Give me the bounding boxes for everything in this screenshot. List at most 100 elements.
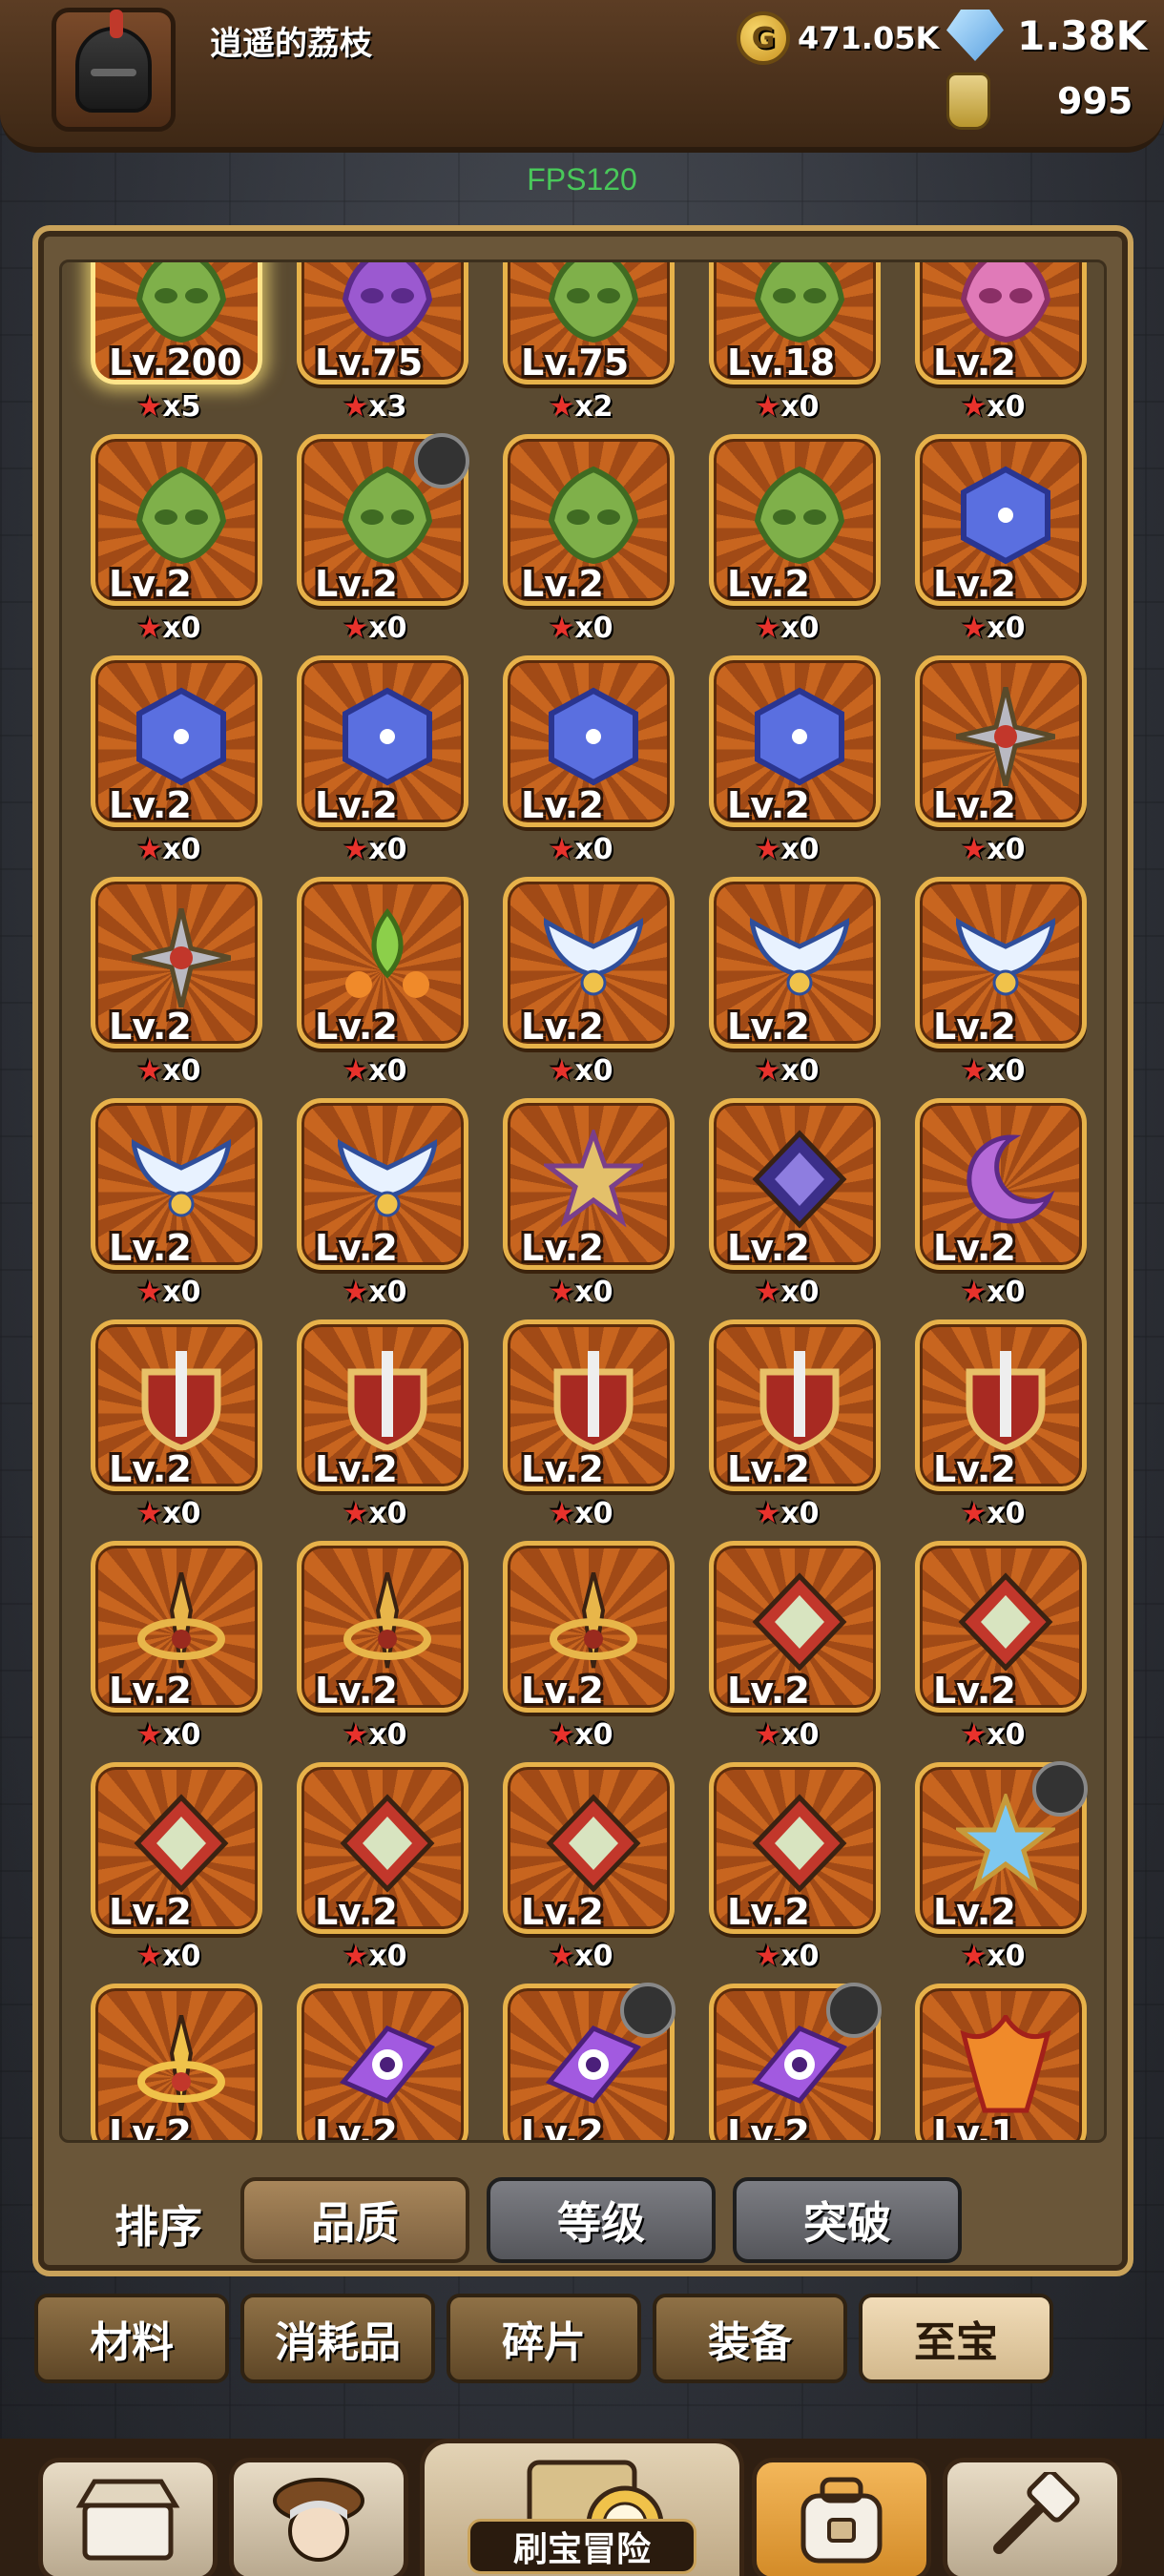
treasure-tile[interactable]: Lv.75: [297, 262, 468, 384]
treasure-item[interactable]: Lv.2 ★x0: [66, 1541, 272, 1762]
treasure-item[interactable]: Lv.2 ★x0: [684, 655, 890, 877]
treasure-item[interactable]: Lv.75 ★x2: [478, 262, 684, 434]
treasure-tile[interactable]: Lv.2: [91, 434, 262, 606]
treasure-tile[interactable]: Lv.2: [91, 1541, 262, 1713]
treasure-tile[interactable]: Lv.2: [709, 1983, 882, 2140]
treasure-item[interactable]: Lv.2 ★x0: [478, 655, 684, 877]
treasure-item[interactable]: Lv.2 ★x0: [272, 1541, 478, 1762]
treasure-item[interactable]: Lv.2 ★x0: [272, 1319, 478, 1541]
treasure-item[interactable]: Lv.75 ★x3: [272, 262, 478, 434]
treasure-item[interactable]: Lv.2 ★x0: [684, 1098, 890, 1319]
treasure-item[interactable]: Lv.2 ★x0: [272, 1098, 478, 1319]
treasure-tile[interactable]: Lv.2: [709, 655, 881, 827]
treasure-tile[interactable]: Lv.2: [709, 1098, 881, 1270]
treasure-item[interactable]: Lv.2 ★x0: [478, 877, 684, 1098]
treasure-tile[interactable]: Lv.2: [297, 1319, 468, 1491]
tab-materials[interactable]: 材料: [34, 2294, 229, 2383]
potion-counter[interactable]: 995: [946, 73, 1133, 130]
treasure-tile[interactable]: Lv.2: [91, 1984, 262, 2140]
treasure-item[interactable]: Lv.2 ★x0: [684, 1541, 890, 1762]
player-avatar[interactable]: [52, 8, 176, 132]
treasure-item[interactable]: Lv.2 ★x0: [66, 434, 272, 655]
treasure-item[interactable]: Lv.2 ★: [478, 1983, 684, 2140]
treasure-item[interactable]: Lv.2 ★: [272, 1984, 478, 2140]
treasure-item[interactable]: Lv.2 ★x0: [66, 877, 272, 1098]
treasure-tile[interactable]: Lv.2: [915, 877, 1087, 1049]
tab-consumables[interactable]: 消耗品: [240, 2294, 435, 2383]
treasure-tile[interactable]: Lv.2: [91, 1319, 262, 1491]
gem-counter[interactable]: 1.38K: [946, 10, 1147, 61]
gold-counter[interactable]: G 471.05K: [737, 11, 939, 65]
tab-fragments[interactable]: 碎片: [447, 2294, 641, 2383]
treasure-item[interactable]: Lv.1 ★: [890, 1984, 1096, 2140]
treasure-tile[interactable]: Lv.2: [915, 655, 1087, 827]
treasure-tile[interactable]: Lv.2: [915, 1541, 1087, 1713]
treasure-tile[interactable]: Lv.2: [709, 877, 881, 1049]
treasure-item[interactable]: Lv.2 ★x0: [890, 434, 1096, 655]
treasure-item[interactable]: Lv.2 ★x0: [478, 1319, 684, 1541]
treasure-item[interactable]: Lv.2 ★x0: [890, 655, 1096, 877]
treasure-tile[interactable]: Lv.2: [709, 434, 881, 606]
treasure-item[interactable]: Lv.200 ★x5: [66, 262, 272, 434]
treasure-tile[interactable]: Lv.2: [503, 1983, 676, 2140]
treasure-item[interactable]: Lv.2 ★x0: [66, 655, 272, 877]
treasure-item[interactable]: Lv.2 ★x0: [66, 1098, 272, 1319]
treasure-item[interactable]: Lv.2 ★x0: [66, 1762, 272, 1984]
treasure-tile[interactable]: Lv.75: [503, 262, 675, 384]
treasure-item[interactable]: Lv.2 ★x0: [272, 877, 478, 1098]
treasure-tile[interactable]: Lv.200: [91, 262, 262, 384]
treasure-tile[interactable]: Lv.2: [503, 877, 675, 1049]
treasure-tile[interactable]: Lv.2: [503, 655, 675, 827]
treasure-item[interactable]: Lv.2 ★x0: [890, 1761, 1096, 1984]
treasure-item[interactable]: Lv.2 ★x0: [272, 1762, 478, 1984]
treasure-tile[interactable]: Lv.2: [297, 655, 468, 827]
treasure-item[interactable]: Lv.2 ★x0: [478, 1762, 684, 1984]
treasure-item[interactable]: Lv.2 ★x0: [890, 1319, 1096, 1541]
treasure-item[interactable]: Lv.2 ★x0: [684, 1319, 890, 1541]
treasure-tile[interactable]: Lv.2: [297, 1762, 468, 1934]
treasure-tile[interactable]: Lv.2: [709, 1319, 881, 1491]
treasure-tile[interactable]: Lv.2: [709, 1541, 881, 1713]
treasure-tile[interactable]: Lv.2: [503, 434, 675, 606]
treasure-tile[interactable]: Lv.2: [91, 655, 262, 827]
treasure-tile[interactable]: Lv.2: [297, 1098, 468, 1270]
treasure-tile[interactable]: Lv.2: [91, 1098, 262, 1270]
treasure-item[interactable]: Lv.2 ★x0: [272, 655, 478, 877]
nav-forge-button[interactable]: [943, 2458, 1122, 2576]
sort-level-button[interactable]: 等级: [487, 2177, 716, 2263]
treasure-tile[interactable]: Lv.2: [503, 1098, 675, 1270]
treasure-item[interactable]: Lv.2 ★x0: [684, 434, 890, 655]
treasure-item[interactable]: Lv.2 ★x0: [684, 877, 890, 1098]
treasure-tile[interactable]: Lv.2: [297, 1541, 468, 1713]
tab-treasures[interactable]: 至宝: [859, 2294, 1053, 2383]
treasure-tile[interactable]: Lv.2: [91, 1762, 262, 1934]
treasure-tile[interactable]: Lv.2: [915, 1761, 1088, 1934]
treasure-tile[interactable]: Lv.2: [915, 1098, 1087, 1270]
treasure-item[interactable]: Lv.2 ★x0: [890, 877, 1096, 1098]
treasure-tile[interactable]: Lv.2: [915, 434, 1087, 606]
treasure-tile[interactable]: Lv.2: [503, 1541, 675, 1713]
nav-backpack-button[interactable]: [752, 2458, 931, 2576]
treasure-tile[interactable]: Lv.2: [297, 877, 468, 1049]
treasure-item[interactable]: Lv.18 ★x0: [684, 262, 890, 434]
treasure-item[interactable]: Lv.2 ★x0: [272, 433, 478, 655]
treasure-item[interactable]: Lv.2 ★x0: [684, 1762, 890, 1984]
treasure-tile[interactable]: Lv.2: [709, 1762, 881, 1934]
treasure-tile[interactable]: Lv.2: [91, 877, 262, 1049]
sort-quality-button[interactable]: 品质: [240, 2177, 469, 2263]
treasure-item[interactable]: Lv.2 ★: [66, 1984, 272, 2140]
nav-hero-button[interactable]: [229, 2458, 408, 2576]
treasure-tile[interactable]: Lv.18: [709, 262, 881, 384]
nav-shop-button[interactable]: [38, 2458, 218, 2576]
treasure-item[interactable]: Lv.2 ★x0: [66, 1319, 272, 1541]
treasure-tile[interactable]: Lv.2: [915, 262, 1087, 384]
treasure-item[interactable]: Lv.2 ★x0: [890, 1098, 1096, 1319]
treasure-item[interactable]: Lv.2 ★x0: [478, 434, 684, 655]
treasure-tile[interactable]: Lv.2: [297, 1984, 468, 2140]
item-grid-frame[interactable]: Lv.200 ★x5 Lv.75 ★x3 Lv.75 ★x2 Lv.18 ★x0…: [59, 260, 1107, 2143]
treasure-item[interactable]: Lv.2 ★x0: [890, 1541, 1096, 1762]
treasure-tile[interactable]: Lv.2: [297, 433, 469, 606]
treasure-item[interactable]: Lv.2 ★x0: [890, 262, 1096, 434]
treasure-tile[interactable]: Lv.2: [503, 1319, 675, 1491]
tab-equipment[interactable]: 装备: [653, 2294, 847, 2383]
